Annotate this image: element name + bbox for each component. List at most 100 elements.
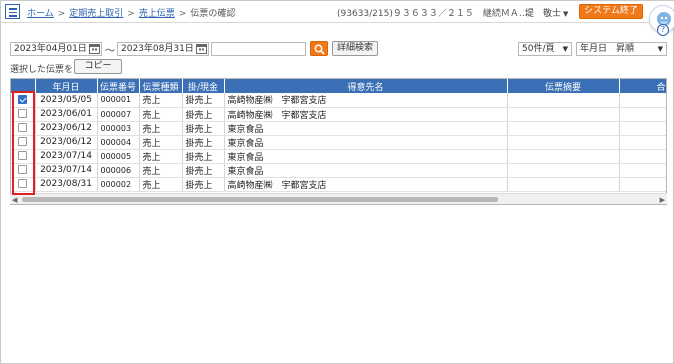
cell-payment: 掛売上	[182, 121, 225, 136]
scrollbar-thumb[interactable]	[22, 197, 498, 202]
cell-slip-type: 売上	[139, 177, 183, 192]
sort-select[interactable]: 年月日 昇順 ▼	[576, 42, 667, 56]
cell-memo	[507, 163, 620, 178]
row-checkbox	[11, 121, 36, 136]
column-header-total[interactable]: 合計金額	[619, 79, 666, 93]
cell-payment: 掛売上	[182, 93, 225, 108]
cell-customer: 高崎物産㈱ 宇都宮支店	[224, 177, 508, 192]
cell-total: 11,00	[619, 121, 666, 136]
cell-payment: 掛売上	[182, 107, 225, 122]
page-size-select[interactable]: 50件/頁 ▼	[518, 42, 572, 56]
chevron-down-icon: ▼	[563, 10, 569, 18]
cell-total: 5,50	[619, 107, 666, 122]
cell-customer: 東京食品	[224, 163, 508, 178]
cell-memo	[507, 177, 620, 192]
cell-date: 2023/08/31	[35, 177, 98, 192]
column-header-date[interactable]: 年月日	[35, 79, 98, 93]
cell-slip-no: 000005	[97, 149, 140, 164]
top-header: ホーム > 定期売上取引 > 売上伝票 > 伝票の確認 (93633/215)９３６３３／２…	[1, 1, 674, 23]
keyword-search-input[interactable]	[211, 42, 306, 56]
cell-memo	[507, 135, 620, 150]
column-header-slip-type[interactable]: 伝票種類	[139, 79, 183, 93]
table-row[interactable]: 2023/06/12000003売上掛売上東京食品 11,00	[11, 121, 666, 136]
row-checkbox	[11, 149, 36, 164]
cell-total: -11,00	[619, 135, 666, 150]
scroll-right-icon[interactable]: ▶	[660, 196, 665, 204]
cell-slip-no: 000006	[97, 163, 140, 178]
cell-customer: 東京食品	[224, 121, 508, 136]
breadcrumb-recurring-sales[interactable]: 定期売上取引	[69, 9, 123, 19]
column-header-memo[interactable]: 伝票摘要	[507, 79, 620, 93]
range-separator: 〜	[105, 46, 115, 57]
cell-slip-type: 売上	[139, 107, 183, 122]
row-checkbox	[11, 163, 36, 178]
cell-slip-no: 000002	[97, 177, 140, 192]
logout-button[interactable]: システム終了	[579, 4, 643, 19]
column-header-payment[interactable]: 掛/現金	[182, 79, 225, 93]
table-row[interactable]: 2023/07/14000005売上掛売上東京食品 11,00	[11, 149, 666, 164]
cell-slip-no: 000007	[97, 107, 140, 122]
cell-slip-type: 売上	[139, 121, 183, 136]
cell-slip-no: 000004	[97, 135, 140, 150]
row-select-checkbox[interactable]	[18, 137, 28, 146]
selected-slips-label: 選択した伝票を	[10, 65, 74, 75]
breadcrumb: ホーム > 定期売上取引 > 売上伝票 > 伝票の確認	[27, 9, 236, 19]
cell-customer: 高崎物産㈱ 宇都宮支店	[224, 107, 508, 122]
cell-slip-no: 000001	[97, 93, 140, 108]
advanced-search-button[interactable]: 詳細検索	[332, 41, 378, 56]
calendar-icon[interactable]	[89, 43, 100, 54]
copy-button[interactable]: コピー	[74, 59, 122, 74]
search-icon	[314, 44, 325, 55]
row-select-checkbox[interactable]	[18, 109, 28, 118]
cell-memo	[507, 93, 620, 108]
chevron-down-icon: ▼	[657, 45, 663, 53]
user-menu[interactable]: 堤 敬士 ▼	[525, 6, 568, 19]
row-checkbox	[11, 135, 36, 150]
cell-payment: 掛売上	[182, 177, 225, 192]
chevron-down-icon: ▼	[562, 45, 568, 53]
cell-payment: 掛売上	[182, 163, 225, 178]
table-header-row: 年月日 伝票番号 伝票種類 掛/現金 得意先名 伝票摘要 合計金額	[11, 79, 666, 93]
table-row[interactable]: 2023/05/05000001売上掛売上高崎物産㈱ 宇都宮支店 110,00	[11, 93, 666, 108]
cell-customer: 高崎物産㈱ 宇都宮支店	[224, 93, 508, 108]
cell-slip-type: 売上	[139, 163, 183, 178]
cell-date: 2023/06/12	[35, 135, 98, 150]
column-header-customer[interactable]: 得意先名	[224, 79, 508, 93]
row-select-checkbox[interactable]	[18, 151, 28, 160]
slip-table: 年月日 伝票番号 伝票種類 掛/現金 得意先名 伝票摘要 合計金額 2023/0…	[10, 78, 667, 205]
cell-date: 2023/05/05	[35, 93, 98, 108]
table-row[interactable]: 2023/07/14000006売上掛売上東京食品 -11,00	[11, 163, 666, 178]
cell-memo	[507, 121, 620, 136]
row-select-checkbox[interactable]	[18, 123, 28, 132]
cell-total: 10,00	[619, 177, 666, 192]
cell-total: 110,00	[619, 93, 666, 108]
table-row[interactable]: 2023/06/01000007売上掛売上高崎物産㈱ 宇都宮支店 5,50	[11, 107, 666, 122]
cell-memo	[507, 107, 620, 122]
help-icon[interactable]: ?	[657, 24, 669, 36]
cell-date: 2023/07/14	[35, 149, 98, 164]
row-select-checkbox[interactable]	[18, 165, 28, 174]
app-window: ホーム > 定期売上取引 > 売上伝票 > 伝票の確認 (93633/215)９３６３３／２…	[0, 0, 674, 364]
user-name: 堤 敬士	[525, 9, 562, 19]
hamburger-icon[interactable]	[5, 4, 20, 19]
cell-customer: 東京食品	[224, 135, 508, 150]
breadcrumb-home[interactable]: ホーム	[27, 9, 54, 19]
cell-date: 2023/06/12	[35, 121, 98, 136]
cell-total: -11,00	[619, 163, 666, 178]
row-select-checkbox[interactable]	[18, 179, 28, 188]
horizontal-scrollbar[interactable]: ◀ ▶	[10, 193, 667, 204]
scroll-left-icon[interactable]: ◀	[12, 196, 17, 204]
cell-payment: 掛売上	[182, 149, 225, 164]
search-button[interactable]	[310, 41, 328, 56]
table-row[interactable]: 2023/08/31000002売上掛売上高崎物産㈱ 宇都宮支店 10,00	[11, 177, 666, 192]
calendar-icon[interactable]	[196, 43, 207, 54]
table-row[interactable]: 2023/06/12000004売上掛売上東京食品 -11,00	[11, 135, 666, 150]
cell-date: 2023/07/14	[35, 163, 98, 178]
row-checkbox	[11, 93, 36, 108]
company-name: (93633/215)９３６３３／２１５ 継続ＭＡ…	[337, 9, 528, 19]
cell-date: 2023/06/01	[35, 107, 98, 122]
breadcrumb-sales-slip[interactable]: 売上伝票	[139, 9, 175, 19]
row-select-checkbox[interactable]	[18, 94, 28, 104]
column-header-slip-no[interactable]: 伝票番号	[97, 79, 140, 93]
cell-slip-type: 売上	[139, 93, 183, 108]
